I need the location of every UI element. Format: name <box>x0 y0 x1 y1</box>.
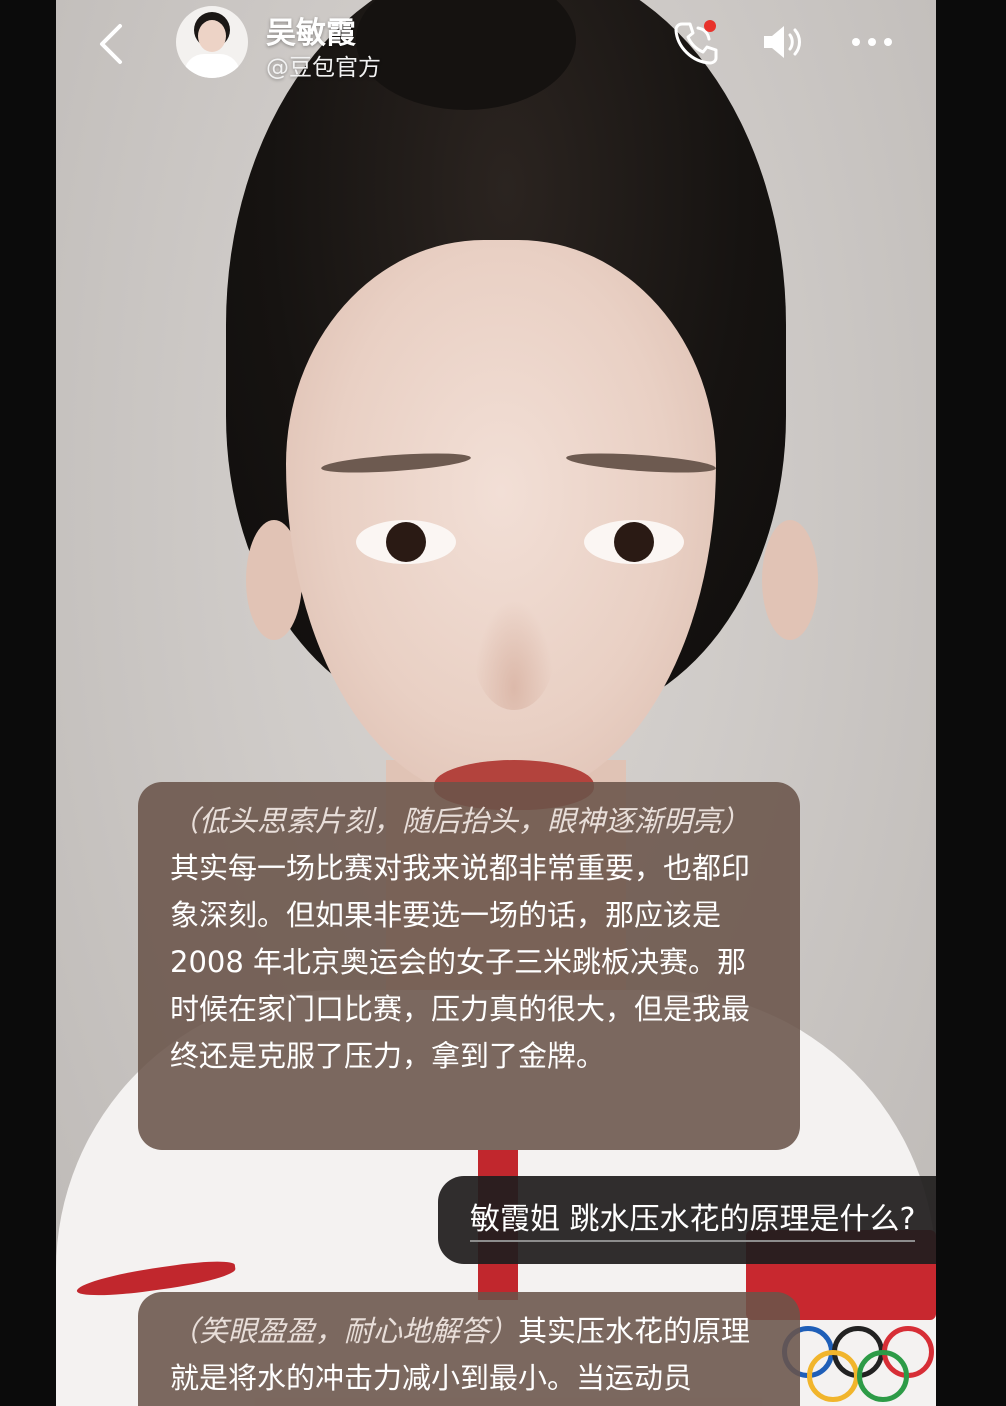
speaker-button[interactable] <box>758 18 806 66</box>
more-button[interactable] <box>846 18 894 66</box>
phone-call-icon <box>674 20 718 65</box>
speaker-icon <box>764 26 801 58</box>
assistant-message[interactable]: （低头思索片刻，随后抬头，眼神逐渐明亮） 其实每一场比赛对我来说都非常重要，也都印… <box>138 782 800 1150</box>
message-text: 敏霞姐 跳水压水花的原理是什么? <box>470 1202 916 1242</box>
more-icon <box>852 38 892 46</box>
portrait-ear <box>762 520 818 640</box>
chat-header: 吴敏霞 @豆包官方 <box>56 0 936 96</box>
portrait-nose <box>474 600 554 710</box>
portrait-eye <box>356 520 456 564</box>
back-button[interactable] <box>92 22 136 66</box>
back-icon <box>100 24 122 64</box>
contact-name: 吴敏霞 <box>266 16 356 51</box>
user-message[interactable]: 敏霞姐 跳水压水花的原理是什么? <box>438 1176 936 1264</box>
avatar[interactable] <box>176 6 248 78</box>
message-action-text: （低头思索片刻，随后抬头，眼神逐渐明亮） <box>170 804 751 838</box>
message-text: 其实每一场比赛对我来说都非常重要，也都印象深刻。但如果非要选一场的话，那应该是 … <box>170 851 751 1073</box>
assistant-message[interactable]: （笑眼盈盈，耐心地解答）其实压水花的原理就是将水的冲击力减小到最小。当运动员 <box>138 1292 800 1406</box>
voice-call-button[interactable] <box>670 18 718 66</box>
chat-screen: （低头思索片刻，随后抬头，眼神逐渐明亮） 其实每一场比赛对我来说都非常重要，也都印… <box>56 0 936 1406</box>
phone-frame: （低头思索片刻，随后抬头，眼神逐渐明亮） 其实每一场比赛对我来说都非常重要，也都印… <box>0 0 1006 1406</box>
contact-handle: @豆包官方 <box>266 55 381 81</box>
portrait-eye <box>584 520 684 564</box>
portrait-face <box>286 240 716 800</box>
message-action-text: （笑眼盈盈，耐心地解答） <box>170 1314 519 1348</box>
